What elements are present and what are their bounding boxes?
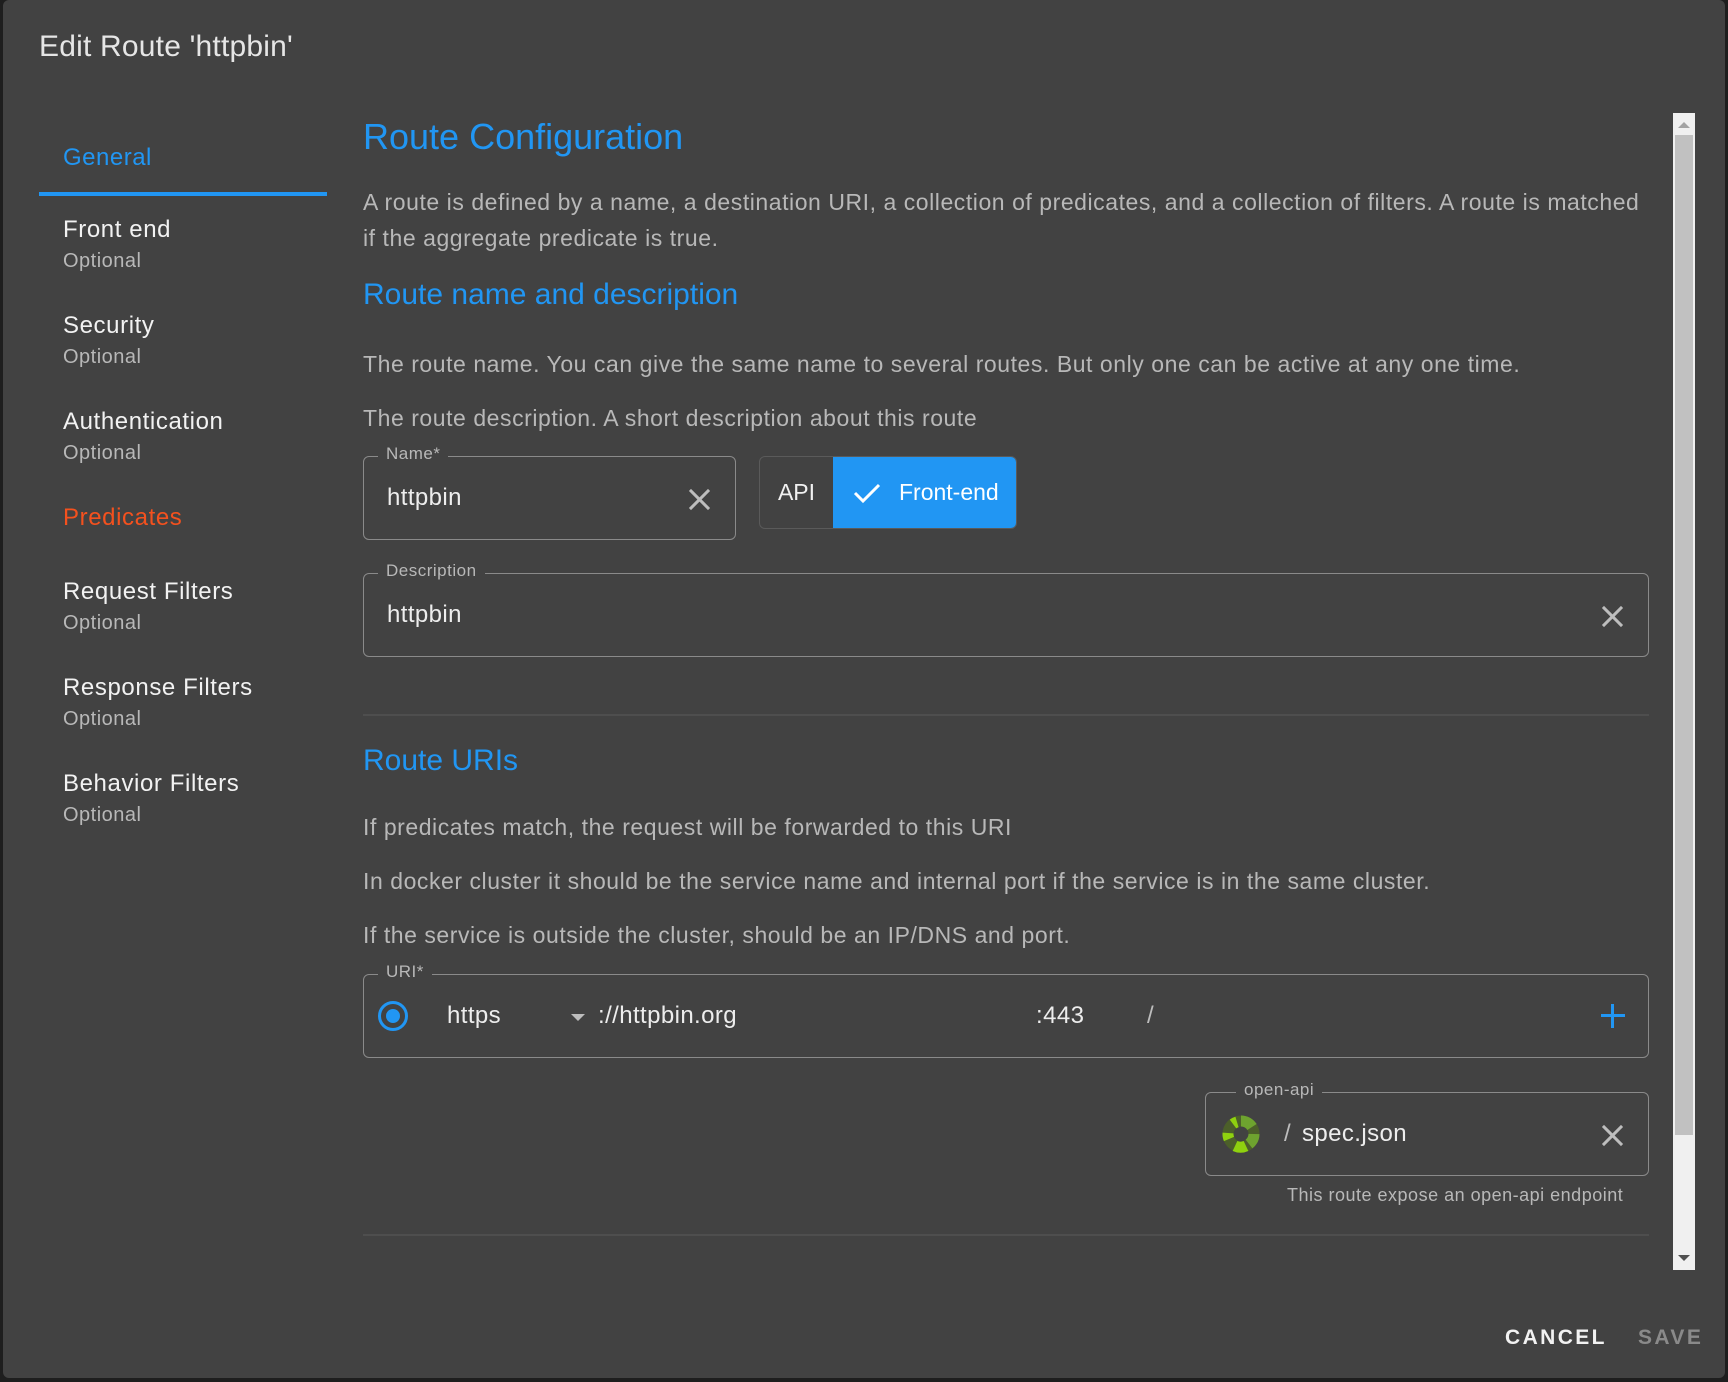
uri-host-input[interactable]: ://httpbin.org	[598, 1002, 737, 1030]
toggle-option-front-end[interactable]: Front-end	[833, 457, 1016, 528]
uri-help-text-3: If the service is outside the cluster, s…	[363, 922, 1071, 948]
sidebar-item-label: Request Filters	[63, 578, 234, 605]
openapi-logo-icon	[1222, 1115, 1260, 1153]
openapi-field[interactable]: open-api / spec.json	[1205, 1080, 1649, 1176]
sidebar-item-sublabel: Optional	[63, 708, 142, 730]
sidebar-item-sublabel: Optional	[63, 346, 142, 368]
section-title-uris: Route URIs	[363, 744, 519, 777]
sidebar-item-sublabel: Optional	[63, 442, 142, 464]
clear-name-icon[interactable]	[687, 487, 711, 511]
toggle-option-label: API	[777, 479, 816, 505]
sidebar-item-sublabel: Optional	[63, 804, 142, 826]
section-divider	[363, 714, 1649, 716]
sidebar-item-behavior-filters[interactable]: Behavior Filters Optional	[63, 770, 239, 827]
sidebar-nav: General Front end Optional Security Opti…	[39, 112, 327, 826]
clear-description-icon[interactable]	[1600, 604, 1624, 628]
sidebar-item-security[interactable]: Security Optional	[63, 312, 155, 369]
description-field-label: Description	[378, 561, 485, 581]
sidebar-item-front-end[interactable]: Front end Optional	[63, 216, 171, 273]
edit-route-dialog: Edit Route 'httpbin' General Front end O…	[3, 0, 1725, 1378]
uri-help-text-1: If predicates match, the request will be…	[363, 814, 1012, 840]
active-tab-indicator	[39, 192, 327, 196]
route-type-toggle: API Front-end	[759, 456, 1017, 529]
uri-primary-radio[interactable]	[378, 1001, 408, 1031]
openapi-path-value[interactable]: spec.json	[1302, 1120, 1407, 1148]
section-divider	[363, 1234, 1649, 1236]
scrollbar-thumb[interactable]	[1675, 135, 1693, 1135]
sidebar-item-label: General	[63, 144, 152, 171]
page-title: Route Configuration	[363, 116, 684, 157]
uri-scheme-select[interactable]: https	[447, 1002, 501, 1030]
sidebar-item-sublabel: Optional	[63, 612, 142, 634]
sidebar-item-sublabel: Optional	[63, 250, 142, 272]
openapi-field-label: open-api	[1236, 1080, 1323, 1100]
sidebar-item-authentication[interactable]: Authentication Optional	[63, 408, 224, 465]
uri-path-input[interactable]: /	[1147, 1002, 1154, 1030]
sidebar-item-predicates[interactable]: Predicates	[63, 504, 182, 532]
sidebar-item-label: Response Filters	[63, 674, 253, 701]
uri-field-label: URI*	[378, 962, 432, 982]
save-button[interactable]: SAVE	[1638, 1326, 1703, 1350]
sidebar-item-request-filters[interactable]: Request Filters Optional	[63, 578, 233, 635]
section-title-name: Route name and description	[363, 278, 739, 311]
sidebar-item-label: Authentication	[63, 408, 224, 435]
sidebar-item-label: Behavior Filters	[63, 770, 240, 797]
name-field-label: Name*	[378, 444, 449, 464]
cancel-button[interactable]: CANCEL	[1505, 1326, 1607, 1350]
sidebar-item-general[interactable]: General	[39, 112, 327, 196]
sidebar-item-response-filters[interactable]: Response Filters Optional	[63, 674, 253, 731]
uri-help-text-2: In docker cluster it should be the servi…	[363, 868, 1431, 894]
sidebar-item-label: Predicates	[63, 504, 183, 531]
description-help-text: The route description. A short descripti…	[363, 405, 978, 431]
openapi-prefix: /	[1284, 1120, 1292, 1147]
chevron-down-icon[interactable]	[571, 1014, 585, 1021]
name-field-value[interactable]: httpbin	[387, 484, 462, 512]
sidebar-item-label: Front end	[63, 216, 172, 243]
dialog-title: Edit Route 'httpbin'	[39, 30, 293, 63]
uri-field: URI* https ://httpbin.org :443 /	[363, 962, 1649, 1058]
check-icon	[853, 483, 881, 503]
name-field[interactable]: Name* httpbin	[363, 444, 736, 540]
sidebar-item-label: Security	[63, 312, 155, 339]
uri-port-input[interactable]: :443	[1036, 1002, 1084, 1030]
add-uri-icon[interactable]	[1601, 1004, 1625, 1028]
intro-text: A route is defined by a name, a destinat…	[363, 189, 1640, 251]
scroll-up-icon[interactable]	[1678, 122, 1690, 128]
openapi-hint-text: This route expose an open-api endpoint	[1287, 1185, 1624, 1205]
description-field[interactable]: Description httpbin	[363, 561, 1649, 657]
clear-openapi-icon[interactable]	[1600, 1123, 1624, 1147]
content-scrollbar[interactable]	[1673, 113, 1695, 1270]
name-help-text: The route name. You can give the same na…	[363, 351, 1521, 377]
toggle-option-label: Front-end	[899, 479, 999, 505]
toggle-option-api[interactable]: API	[760, 457, 833, 528]
scroll-down-icon[interactable]	[1678, 1255, 1690, 1261]
route-config-content: Route Configuration A route is defined b…	[363, 112, 1649, 1272]
description-field-value[interactable]: httpbin	[387, 601, 462, 629]
